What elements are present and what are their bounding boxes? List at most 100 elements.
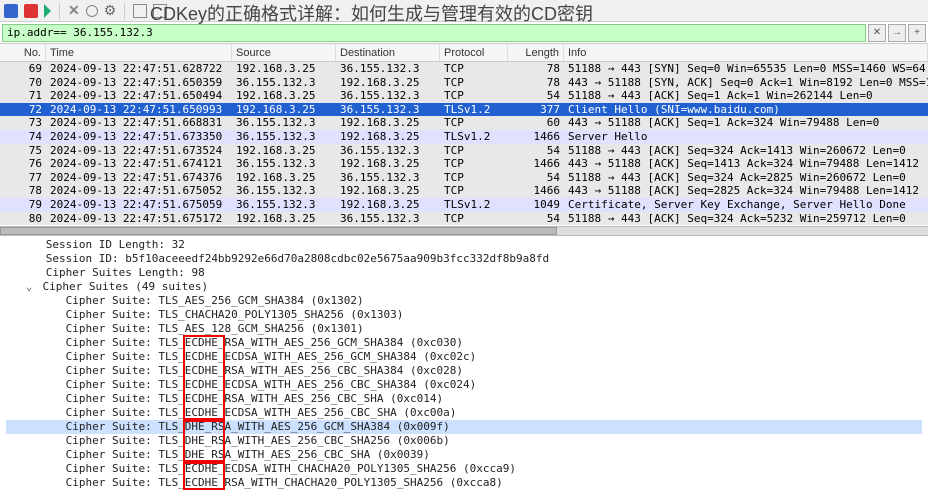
packet-cell: TCP [440,171,508,185]
chevron-down-icon[interactable]: ⌄ [26,280,36,294]
packet-row[interactable]: 732024-09-13 22:47:51.66883136.155.132.3… [0,116,928,130]
cipher-suite-item[interactable]: Cipher Suite: TLS_ECDHE_ECDSA_WITH_CHACH… [6,462,922,476]
packet-cell: 36.155.132.3 [336,103,440,117]
cipher-suite-item[interactable]: Cipher Suite: TLS_DHE_RSA_WITH_AES_256_C… [6,434,922,448]
packet-cell: 2024-09-13 22:47:51.650494 [46,89,232,103]
filter-add-button[interactable]: + [908,24,926,42]
scrollbar-thumb[interactable] [0,227,557,235]
col-header-destination[interactable]: Destination [336,44,440,61]
packet-row[interactable]: 742024-09-13 22:47:51.67335036.155.132.3… [0,130,928,144]
packet-cell: Server Hello [564,130,928,144]
packet-cell: 78 [0,184,46,198]
packet-cell: TCP [440,62,508,76]
cipher-suite-item[interactable]: Cipher Suite: TLS_ECDHE_ECDSA_WITH_AES_2… [6,406,922,420]
cipher-suite-item[interactable]: Cipher Suite: TLS_DHE_RSA_WITH_AES_256_C… [6,448,922,462]
packet-cell: TCP [440,157,508,171]
detail-session-id[interactable]: Session ID: b5f10aceeedf24bb9292e66d70a2… [6,252,922,266]
packet-cell: 36.155.132.3 [232,130,336,144]
settings-icon[interactable]: ⚙ [104,2,117,19]
packet-cell: 443 → 51188 [ACK] Seq=1413 Ack=324 Win=7… [564,157,928,171]
cipher-suite-item[interactable]: Cipher Suite: TLS_AES_128_GCM_SHA256 (0x… [6,322,922,336]
packet-cell: 443 → 51188 [ACK] Seq=2825 Ack=324 Win=7… [564,184,928,198]
packet-cell: 36.155.132.3 [336,171,440,185]
cipher-suite-item[interactable]: Cipher Suite: TLS_ECDHE_RSA_WITH_AES_256… [6,364,922,378]
packet-cell: TLSv1.2 [440,198,508,212]
packet-cell: 1049 [508,198,564,212]
packet-cell: TCP [440,212,508,226]
packet-cell: TCP [440,184,508,198]
detail-cipher-suites-length[interactable]: Cipher Suites Length: 98 [6,266,922,280]
packet-cell: 51188 → 443 [ACK] Seq=324 Ack=2825 Win=2… [564,171,928,185]
cipher-suite-item[interactable]: Cipher Suite: TLS_DHE_RSA_WITH_AES_256_G… [6,420,922,434]
packet-cell: 54 [508,212,564,226]
packet-row[interactable]: 752024-09-13 22:47:51.673524192.168.3.25… [0,144,928,158]
col-header-source[interactable]: Source [232,44,336,61]
save-icon[interactable] [153,4,167,18]
packet-row[interactable]: 712024-09-13 22:47:51.650494192.168.3.25… [0,89,928,103]
cipher-suite-item[interactable]: Cipher Suite: TLS_ECDHE_RSA_WITH_CHACHA2… [6,476,922,490]
packet-cell: 2024-09-13 22:47:51.673524 [46,144,232,158]
packet-cell: 77 [0,171,46,185]
filter-bar: ✕ → + [0,22,928,44]
col-header-info[interactable]: Info [564,44,928,61]
filter-clear-button[interactable]: ✕ [868,24,886,42]
packet-list-pane: No. Time Source Destination Protocol Len… [0,44,928,226]
packet-row[interactable]: 722024-09-13 22:47:51.650993192.168.3.25… [0,103,928,117]
display-filter-input[interactable] [2,24,866,42]
detail-session-id-length[interactable]: Session ID Length: 32 [6,238,922,252]
cipher-suite-item[interactable]: Cipher Suite: TLS_ECDHE_RSA_WITH_AES_256… [6,392,922,406]
packet-cell: 192.168.3.25 [336,184,440,198]
packet-row[interactable]: 792024-09-13 22:47:51.67505936.155.132.3… [0,198,928,212]
packet-cell: 2024-09-13 22:47:51.675052 [46,184,232,198]
interfaces-icon[interactable] [4,4,18,18]
packet-cell: 1466 [508,157,564,171]
packet-row[interactable]: 802024-09-13 22:47:51.675172192.168.3.25… [0,212,928,226]
packet-rows[interactable]: 692024-09-13 22:47:51.628722192.168.3.25… [0,62,928,225]
cipher-suite-item[interactable]: Cipher Suite: TLS_CHACHA20_POLY1305_SHA2… [6,308,922,322]
packet-cell: 60 [508,116,564,130]
packet-cell: 2024-09-13 22:47:51.673350 [46,130,232,144]
packet-cell: 36.155.132.3 [336,212,440,226]
packet-cell: 2024-09-13 22:47:51.675172 [46,212,232,226]
packet-row[interactable]: 772024-09-13 22:47:51.674376192.168.3.25… [0,171,928,185]
cipher-suite-item[interactable]: Cipher Suite: TLS_ECDHE_ECDSA_WITH_AES_2… [6,378,922,392]
packet-cell: 443 → 51188 [SYN, ACK] Seq=0 Ack=1 Win=8… [564,76,928,90]
packet-row[interactable]: 762024-09-13 22:47:51.67412136.155.132.3… [0,157,928,171]
packet-cell: 75 [0,144,46,158]
packet-cell: 51188 → 443 [ACK] Seq=324 Ack=5232 Win=2… [564,212,928,226]
toolbar-separator [59,3,60,19]
packet-cell: 54 [508,89,564,103]
cipher-suite-item[interactable]: Cipher Suite: TLS_ECDHE_ECDSA_WITH_AES_2… [6,350,922,364]
packet-cell: 377 [508,103,564,117]
packet-cell: 36.155.132.3 [336,62,440,76]
horizontal-scrollbar[interactable] [0,226,928,236]
filter-apply-button[interactable]: → [888,24,906,42]
close-icon[interactable]: ✕ [68,2,80,19]
col-header-time[interactable]: Time [46,44,232,61]
packet-cell: 72 [0,103,46,117]
col-header-length[interactable]: Length [508,44,564,61]
cipher-suite-item[interactable]: Cipher Suite: TLS_AES_256_GCM_SHA384 (0x… [6,294,922,308]
packet-cell: 192.168.3.25 [232,212,336,226]
packet-details-pane[interactable]: Session ID Length: 32 Session ID: b5f10a… [0,236,928,492]
packet-row[interactable]: 782024-09-13 22:47:51.67505236.155.132.3… [0,184,928,198]
packet-cell: 192.168.3.25 [232,103,336,117]
packet-cell: 2024-09-13 22:47:51.674376 [46,171,232,185]
packet-cell: 74 [0,130,46,144]
detail-cipher-suites-header[interactable]: ⌄ Cipher Suites (49 suites) [6,280,922,294]
packet-cell: TCP [440,144,508,158]
packet-row[interactable]: 702024-09-13 22:47:51.65035936.155.132.3… [0,76,928,90]
packet-row[interactable]: 692024-09-13 22:47:51.628722192.168.3.25… [0,62,928,76]
packet-cell: Client Hello (SNI=www.baidu.com) [564,103,928,117]
cipher-suite-item[interactable]: Cipher Suite: TLS_ECDHE_RSA_WITH_AES_256… [6,336,922,350]
col-header-protocol[interactable]: Protocol [440,44,508,61]
packet-cell: 2024-09-13 22:47:51.674121 [46,157,232,171]
stop-capture-icon[interactable] [24,4,38,18]
packet-cell: 73 [0,116,46,130]
open-icon[interactable] [133,4,147,18]
restart-icon[interactable] [86,5,98,17]
col-header-no[interactable]: No. [0,44,46,61]
shark-fin-icon[interactable] [44,4,51,18]
packet-list-header[interactable]: No. Time Source Destination Protocol Len… [0,44,928,62]
packet-cell: 78 [508,62,564,76]
